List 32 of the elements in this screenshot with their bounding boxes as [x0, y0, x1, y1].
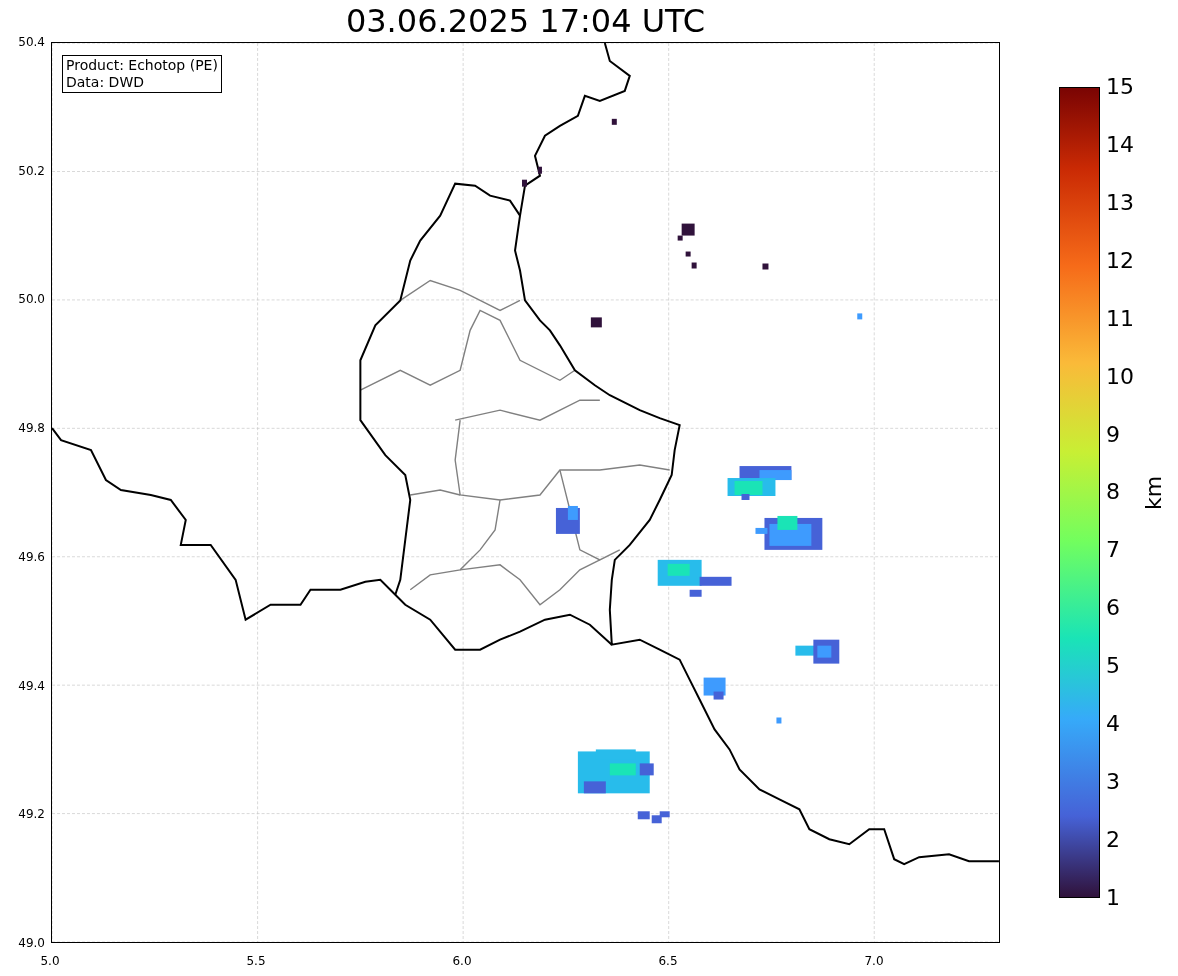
- y-tick-label: 50.4: [18, 35, 45, 49]
- x-tick-label: 6.0: [451, 954, 473, 968]
- colorbar-label: km: [1141, 475, 1167, 510]
- y-tick-label: 49.6: [18, 549, 45, 564]
- colorbar-tick-label: 10: [1106, 363, 1135, 390]
- x-tick-label: 5.5: [245, 954, 267, 968]
- y-tick-label: 49.0: [18, 935, 45, 950]
- legend-text: Product: Echotop (PE): [66, 57, 218, 74]
- colorbar-tick-label: 5: [1106, 653, 1121, 680]
- colorbar-tick-label: 6: [1106, 595, 1121, 622]
- y-tick-label: 49.4: [18, 678, 45, 693]
- x-tick-label: 6.5: [657, 954, 679, 968]
- colorbar-tick-label: 14: [1106, 131, 1135, 158]
- colorbar-tick-label: 7: [1106, 537, 1121, 564]
- colorbar-tick-label: 11: [1106, 305, 1135, 332]
- y-tick-label: 50.2: [18, 163, 45, 178]
- y-tick-label: 50.0: [18, 292, 45, 307]
- colorbar-tick-label: 9: [1106, 421, 1121, 448]
- colorbar-tick-label: 13: [1106, 189, 1135, 216]
- colorbar-tick-label: 12: [1106, 247, 1135, 274]
- colorbar-tick-label: 1: [1106, 884, 1121, 911]
- legend-text: Data: DWD: [66, 74, 145, 91]
- y-tick-label: 49.8: [18, 421, 45, 436]
- colorbar-tick-label: 2: [1106, 827, 1121, 853]
- colorbar-tick-label: 8: [1106, 479, 1121, 506]
- y-tick-label: 49.2: [18, 807, 45, 822]
- colorbar-tick-label: 15: [1106, 74, 1135, 100]
- chart-title: 03.06.2025 17:04 UTC: [345, 1, 706, 42]
- x-tick-label: 7.0: [863, 954, 885, 968]
- colorbar-tick-label: 4: [1106, 711, 1121, 738]
- colorbar-tick-label: 3: [1106, 769, 1121, 796]
- x-tick-label: 5.0: [39, 954, 61, 968]
